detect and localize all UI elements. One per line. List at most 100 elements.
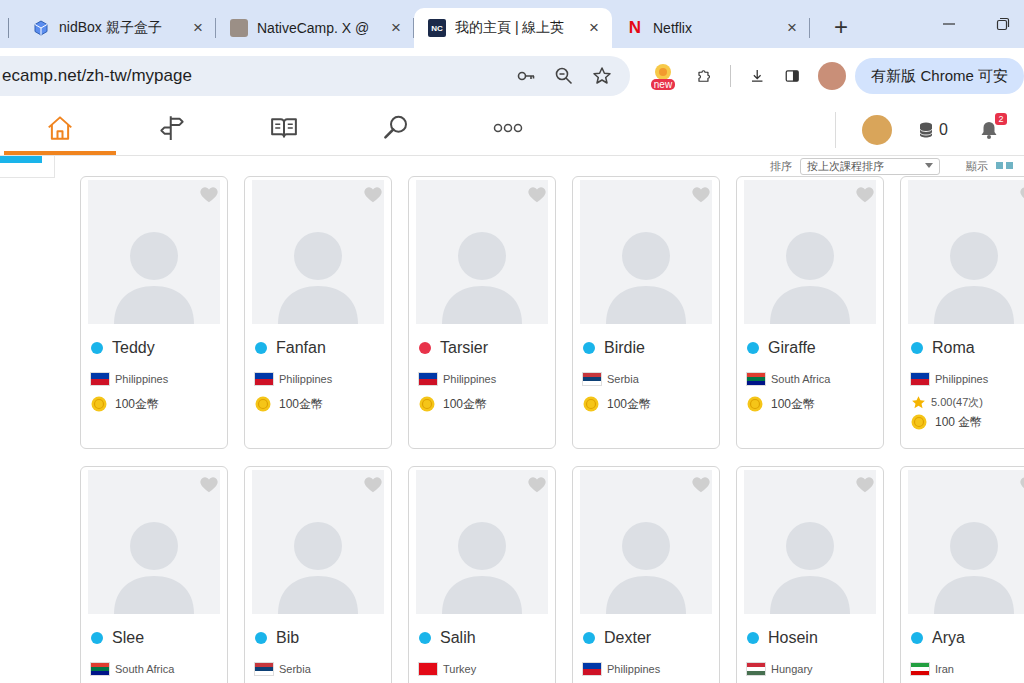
tutor-price: 100金幣	[443, 396, 487, 412]
browser-tab[interactable]: N Netflix ×	[612, 8, 810, 48]
netflix-favicon-icon: N	[626, 19, 644, 37]
tutor-country-row: Philippines	[245, 358, 391, 386]
nav-divider	[835, 112, 836, 148]
tutor-card[interactable]: BirdieSerbia100金幣	[572, 176, 720, 449]
nav-item[interactable]	[4, 104, 116, 155]
sort-value: 按上次課程排序	[807, 159, 884, 174]
tutor-card[interactable]: DexterPhilippines	[572, 466, 720, 683]
favorite-heart-icon[interactable]	[1019, 475, 1024, 493]
tutor-country: Philippines	[279, 372, 332, 386]
tab-close-button[interactable]: ×	[190, 18, 206, 38]
portrait-icon	[437, 504, 527, 614]
coin-icon	[747, 396, 763, 412]
favorite-heart-icon[interactable]	[855, 475, 875, 493]
favorite-heart-icon[interactable]	[691, 475, 711, 493]
flag-icon	[419, 373, 437, 385]
side-column	[0, 156, 80, 683]
tutor-country: Hungary	[771, 662, 813, 676]
tab-close-button[interactable]: ×	[388, 18, 404, 38]
address-text[interactable]: ecamp.net/zh-tw/mypage	[2, 66, 192, 86]
favorite-heart-icon[interactable]	[855, 185, 875, 203]
cube-favicon-icon	[32, 19, 50, 37]
tutor-card[interactable]: FanfanPhilippines100金幣	[244, 176, 392, 449]
update-chrome-button[interactable]: 有新版 Chrome 可安	[855, 58, 1024, 94]
minimize-icon[interactable]	[942, 17, 956, 31]
favorite-heart-icon[interactable]	[363, 185, 383, 203]
tutor-name: Salih	[440, 628, 476, 648]
more-icon	[493, 122, 523, 134]
user-avatar[interactable]	[862, 115, 892, 145]
tutor-card[interactable]: TarsierPhilippines100金幣	[408, 176, 556, 449]
browser-tab[interactable]: NC 我的主頁 | 線上英 ×	[414, 8, 612, 48]
address-bar[interactable]: ecamp.net/zh-tw/mypage	[0, 56, 630, 96]
sort-dropdown[interactable]: 按上次課程排序	[800, 158, 940, 175]
nav-item[interactable]	[228, 104, 340, 155]
tutor-country: Philippines	[935, 372, 988, 386]
favorite-heart-icon[interactable]	[527, 475, 547, 493]
key-icon[interactable]	[516, 66, 536, 86]
flag-icon	[255, 663, 273, 675]
tutor-photo	[744, 180, 876, 324]
tutor-country-row: South Africa	[737, 358, 883, 386]
view-label: 顯示	[966, 159, 988, 174]
tutor-name-row: Birdie	[573, 324, 719, 358]
tutor-card[interactable]: BibSerbia	[244, 466, 392, 683]
coin-icon	[255, 396, 271, 412]
profile-avatar[interactable]	[818, 62, 846, 90]
extension-button[interactable]: new	[648, 63, 678, 90]
tutor-card[interactable]: SalihTurkey	[408, 466, 556, 683]
status-dot	[911, 342, 923, 354]
tutor-card[interactable]: TeddyPhilippines100金幣	[80, 176, 228, 449]
tutor-name: Arya	[932, 628, 965, 648]
browser-tab[interactable]: NativeCamp. X @×	[216, 8, 414, 48]
favorite-heart-icon[interactable]	[691, 185, 711, 203]
grid-view-icon[interactable]	[996, 162, 1014, 170]
tutor-country: Philippines	[607, 662, 660, 676]
portrait-icon	[109, 504, 199, 614]
tutor-country-row: Iran	[901, 648, 1024, 676]
tab-close-button[interactable]: ×	[784, 18, 800, 38]
restore-icon[interactable]	[996, 17, 1010, 31]
tutor-photo	[744, 470, 876, 614]
tab-label: Netflix	[653, 20, 775, 36]
tutor-card[interactable]: Arya Iran	[900, 466, 1024, 683]
tutor-country-row: Hungary	[737, 648, 883, 676]
site-favicon-icon: NC	[428, 19, 446, 37]
notifications-button[interactable]: 2	[978, 119, 1000, 141]
side-panel-icon[interactable]	[784, 65, 800, 87]
download-icon[interactable]	[749, 65, 765, 87]
favorite-heart-icon[interactable]	[199, 185, 219, 203]
status-dot	[255, 632, 267, 644]
tutor-card[interactable]: HoseinHungary	[736, 466, 884, 683]
browser-tab[interactable]: nidBox 親子盒子×	[18, 8, 216, 48]
favorite-heart-icon[interactable]	[199, 475, 219, 493]
sort-label: 排序	[770, 159, 792, 174]
tutor-card[interactable]: SleeSouth Africa	[80, 466, 228, 683]
zoom-out-icon[interactable]	[554, 66, 574, 86]
tab-close-button[interactable]: ×	[586, 18, 602, 38]
browser-toolbar: ecamp.net/zh-tw/mypage new 有新版 Chrome 可安	[0, 48, 1024, 104]
flag-icon	[91, 663, 109, 675]
tutor-country: Iran	[935, 662, 954, 676]
favorite-heart-icon[interactable]	[363, 475, 383, 493]
portrait-icon	[929, 504, 1019, 614]
coin-balance[interactable]: 0	[918, 121, 948, 139]
bookmark-star-icon[interactable]	[592, 66, 612, 86]
tutor-card[interactable]: GiraffeSouth Africa100金幣	[736, 176, 884, 449]
puzzle-icon[interactable]	[696, 65, 712, 87]
tutor-price: 100金幣	[771, 396, 815, 412]
nav-item[interactable]	[340, 104, 452, 155]
tutor-country: South Africa	[771, 372, 830, 386]
tab-label: 我的主頁 | 線上英	[455, 19, 577, 37]
flag-icon	[747, 663, 765, 675]
nav-item[interactable]	[452, 104, 564, 155]
new-tab-button[interactable]: +	[834, 13, 848, 41]
tutor-photo	[908, 470, 1024, 614]
tutor-card[interactable]: RomaPhilippines5.00(47次)100 金幣	[900, 176, 1024, 449]
favorite-heart-icon[interactable]	[527, 185, 547, 203]
tutor-photo	[252, 180, 384, 324]
tutor-name: Birdie	[604, 338, 645, 358]
tutor-country-row: Philippines	[901, 358, 1024, 386]
favorite-heart-icon[interactable]	[1019, 185, 1024, 203]
nav-item[interactable]	[116, 104, 228, 155]
